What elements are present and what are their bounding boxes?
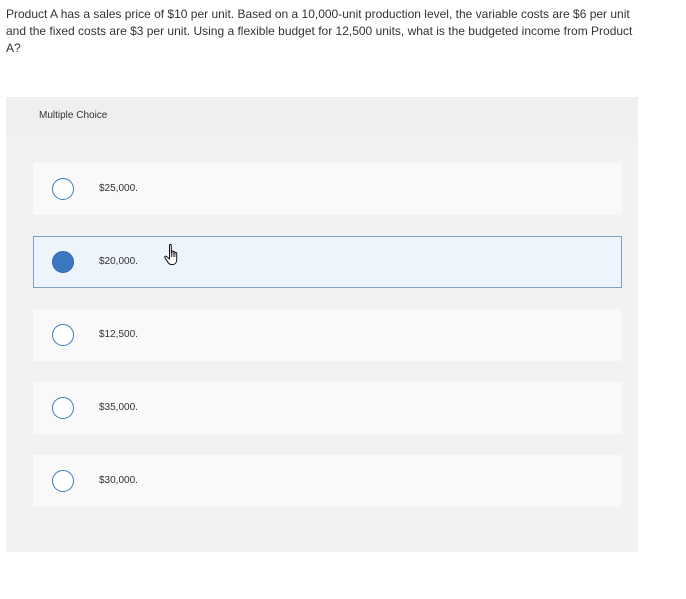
choice-option-2[interactable]: $20,000. <box>33 236 622 288</box>
choice-label: $30,000. <box>99 475 138 486</box>
choice-option-4[interactable]: $35,000. <box>33 382 622 434</box>
panel-header: Multiple Choice <box>6 97 638 137</box>
choice-label: $35,000. <box>99 402 138 413</box>
hand-pointer-icon <box>164 243 178 265</box>
radio-button-selected-icon[interactable] <box>52 251 74 273</box>
choice-option-5[interactable]: $30,000. <box>33 455 622 507</box>
choice-label: $25,000. <box>99 183 138 194</box>
choice-label: $20,000. <box>99 256 138 267</box>
radio-button-icon[interactable] <box>52 470 74 492</box>
multiple-choice-panel: Multiple Choice $25,000. $20,000. $12,50… <box>6 97 638 552</box>
radio-button-icon[interactable] <box>52 178 74 200</box>
choice-option-3[interactable]: $12,500. <box>33 309 622 361</box>
choice-option-1[interactable]: $25,000. <box>33 163 622 215</box>
question-text: Product A has a sales price of $10 per u… <box>6 7 633 55</box>
panel-title: Multiple Choice <box>39 110 108 121</box>
radio-button-icon[interactable] <box>52 397 74 419</box>
radio-button-icon[interactable] <box>52 324 74 346</box>
choice-label: $12,500. <box>99 329 138 340</box>
